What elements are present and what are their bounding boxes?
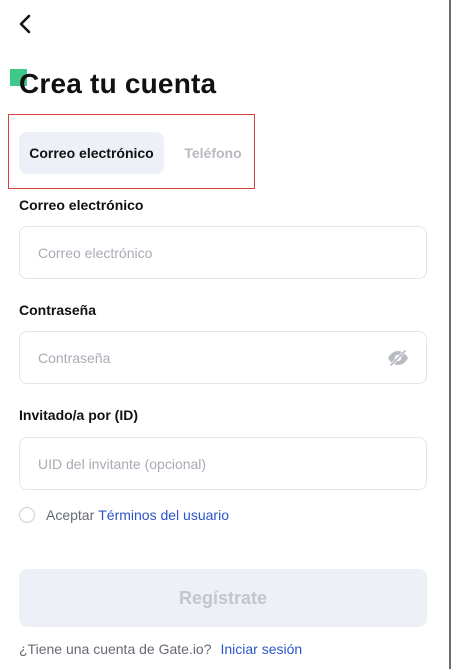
- page-title: Crea tu cuenta: [19, 68, 217, 99]
- terms-link[interactable]: Términos del usuario: [98, 507, 229, 523]
- terms-row: Aceptar Términos del usuario: [19, 507, 229, 523]
- tab-phone[interactable]: Teléfono: [172, 132, 254, 174]
- back-button[interactable]: [12, 10, 38, 38]
- password-input[interactable]: [36, 348, 386, 367]
- email-field-container: [19, 226, 427, 279]
- password-field-label: Contraseña: [19, 302, 97, 318]
- referral-field-label: Invitado/a por (ID): [19, 407, 138, 423]
- tab-email[interactable]: Correo electrónico: [19, 132, 164, 174]
- referral-id-input[interactable]: [36, 454, 410, 473]
- chevron-left-icon: [19, 14, 31, 34]
- password-field-container: [19, 331, 427, 384]
- password-visibility-toggle[interactable]: [386, 346, 410, 370]
- email-field-label: Correo electrónico: [19, 197, 144, 213]
- login-prompt-text: ¿Tiene una cuenta de Gate.io?: [19, 641, 212, 657]
- eye-off-icon: [388, 349, 408, 366]
- login-prompt: ¿Tiene una cuenta de Gate.io? Iniciar se…: [19, 641, 302, 657]
- terms-checkbox[interactable]: [19, 507, 35, 523]
- login-link[interactable]: Iniciar sesión: [221, 641, 303, 657]
- terms-prefix-text: Aceptar: [46, 507, 95, 523]
- register-button[interactable]: Regístrate: [19, 569, 427, 627]
- email-input[interactable]: [36, 243, 410, 262]
- referral-field-container: [19, 437, 427, 490]
